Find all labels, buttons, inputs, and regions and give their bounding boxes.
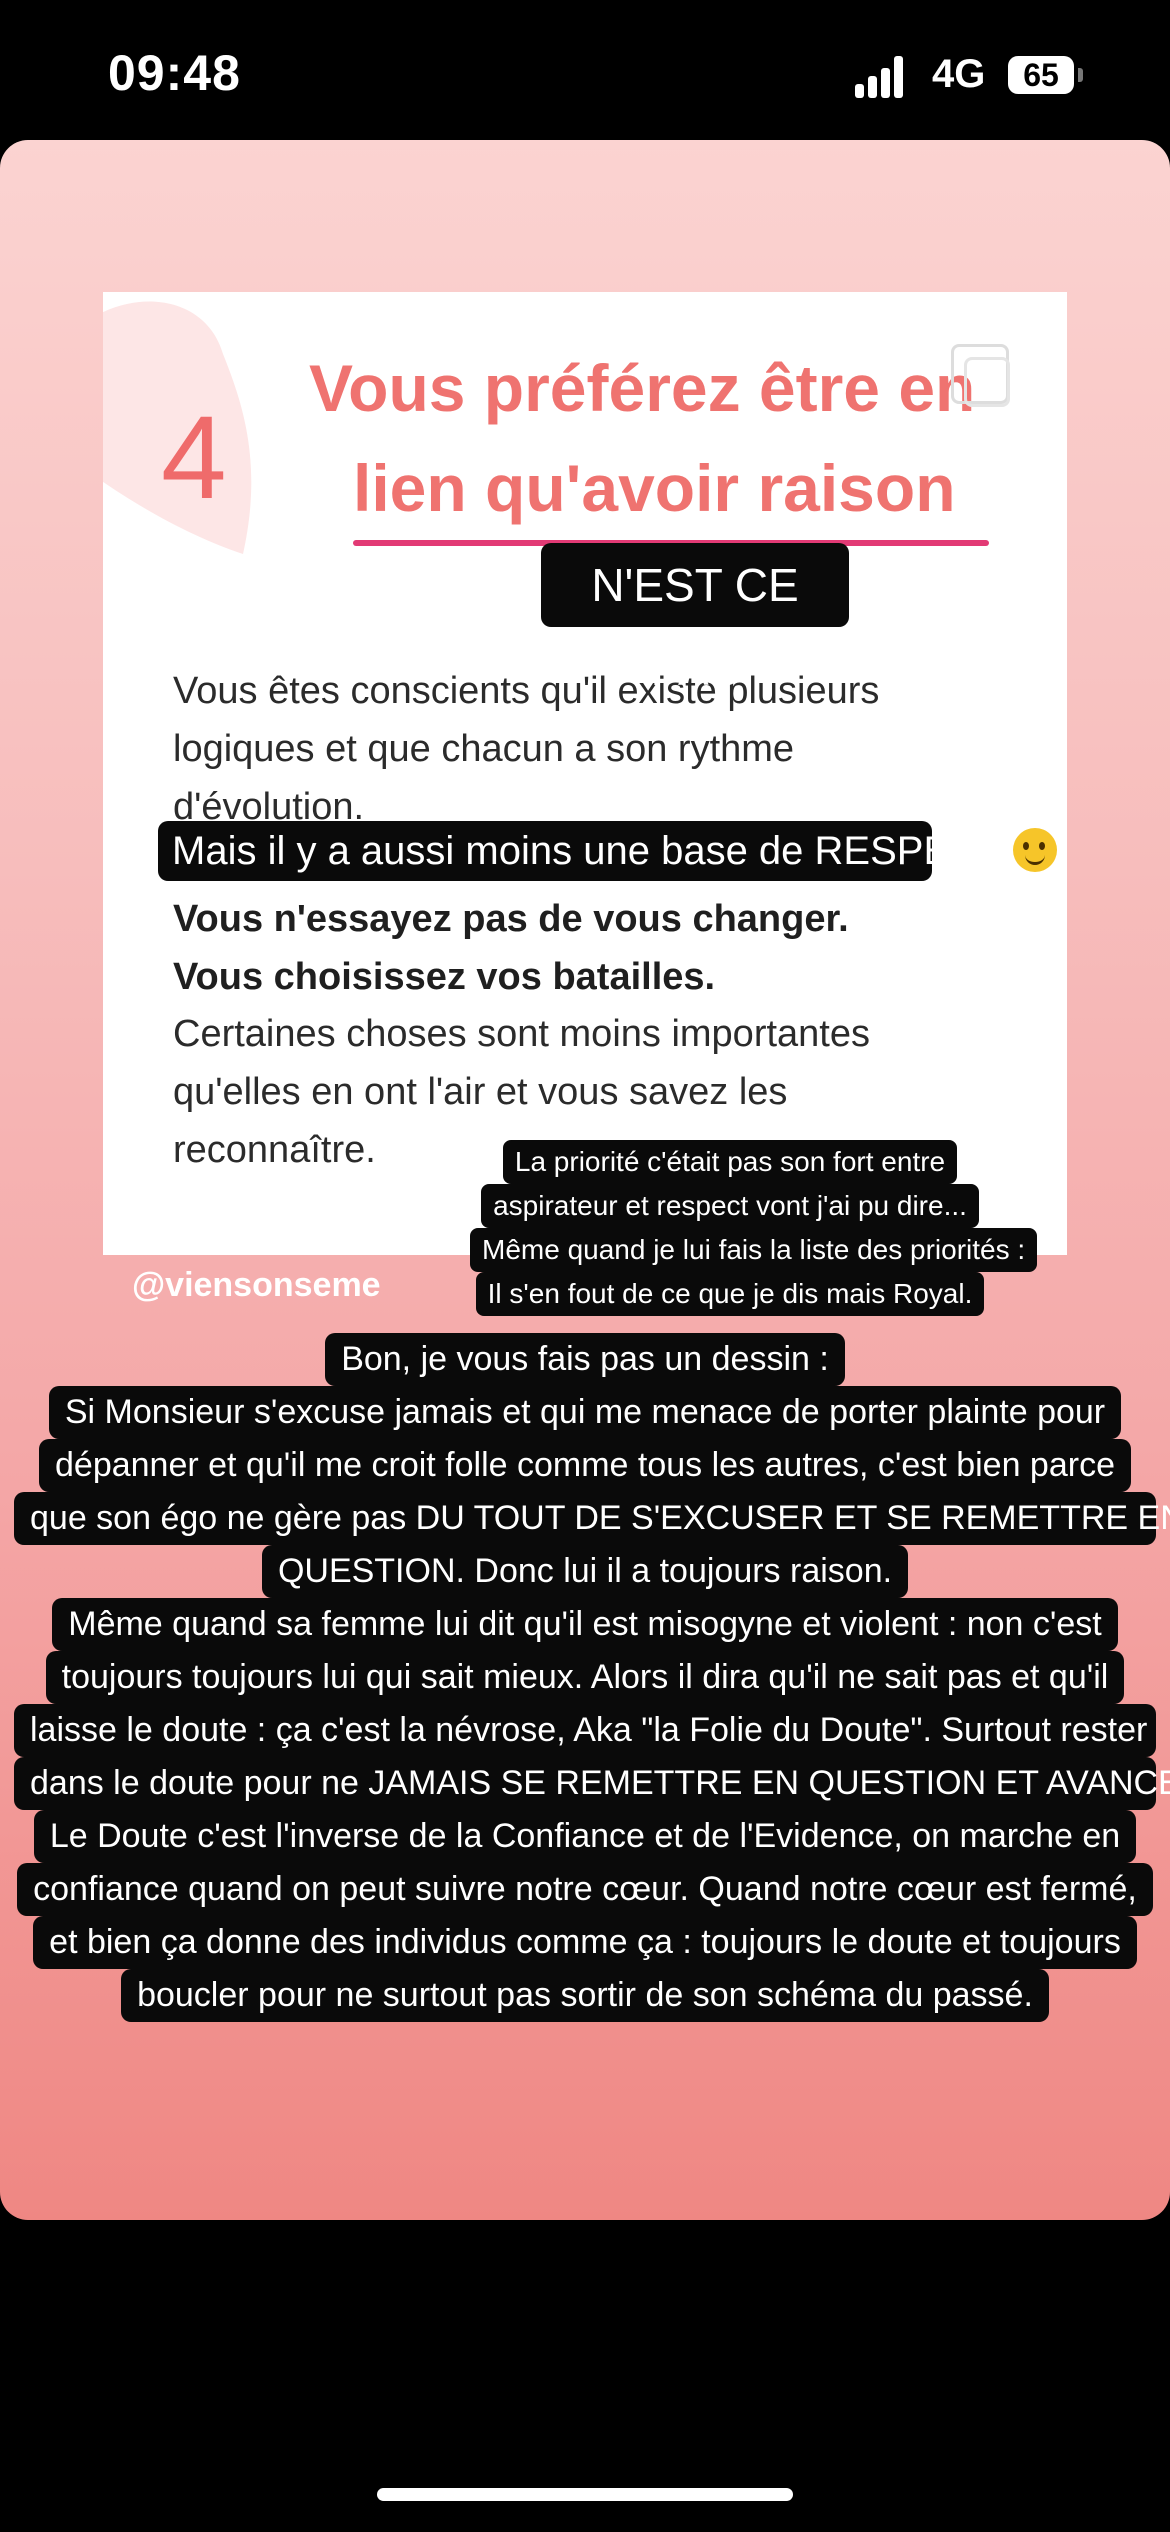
caption-line: confiance quand on peut suivre notre cœu… [17, 1863, 1153, 1916]
card-paragraph-1: Vous êtes conscients qu'il existe plusie… [173, 662, 1033, 836]
status-time: 09:48 [108, 45, 241, 101]
copy-icon [951, 344, 1010, 407]
card-title-line2: lien qu'avoir raison [353, 451, 956, 525]
caption-line: Il s'en fout de ce que je dis mais Royal… [475, 1272, 985, 1316]
bold-line: Vous n'essayez pas de vous changer. [173, 898, 849, 940]
tip-number: 4 [161, 392, 227, 524]
caption-line: boucler pour ne surtout pas sortir de so… [121, 1969, 1049, 2022]
card-title-line1: Vous préférez être en [309, 351, 976, 425]
account-handle: @viensonseme [132, 1266, 381, 1304]
signal-strength-icon [855, 56, 915, 98]
post-image-card: 4 Vous préférez être en lien qu'avoir ra… [103, 292, 1067, 1255]
caption-line: laisse le doute : ça c'est la névrose, A… [14, 1704, 1156, 1757]
small-caption: La priorité c'était pas son fort entre a… [470, 1140, 1038, 1316]
caption-line: aspirateur et respect vont j'ai pu dire.… [481, 1184, 979, 1228]
main-caption: Bon, je vous fais pas un dessin : Si Mon… [0, 1333, 1170, 2022]
bold-line: Vous choisissez vos batailles. [173, 956, 716, 998]
status-bar: 09:48 4G 65 [0, 0, 1170, 140]
nest-ce-pas-sticker: N'EST CE PAS [541, 543, 849, 695]
caption-line: dans le doute pour ne JAMAIS SE REMETTRE… [14, 1757, 1170, 1810]
paragraph-line: logiques et que chacun a son rythme [173, 728, 795, 770]
caption-line: et bien ça donne des individus comme ça … [33, 1916, 1137, 1969]
battery-icon: 65 [1008, 56, 1074, 94]
caption-line: Bon, je vous fais pas un dessin : [325, 1333, 845, 1386]
home-indicator[interactable] [377, 2488, 793, 2501]
caption-line: Même quand je lui fais la liste des prio… [470, 1228, 1038, 1272]
paragraph-line: Vous êtes conscients qu'il existe plusie… [173, 670, 880, 712]
network-type: 4G [932, 52, 986, 96]
respect-sticker-text: Mais il y a aussi moins une base de RESP… [172, 829, 1004, 873]
caption-line: toujours toujours lui qui sait mieux. Al… [45, 1651, 1125, 1704]
caption-line: que son égo ne gère pas DU TOUT DE S'EXC… [14, 1492, 1170, 1545]
caption-line: Si Monsieur s'excuse jamais et qui me me… [48, 1386, 1122, 1439]
story-frame[interactable]: 4 Vous préférez être en lien qu'avoir ra… [0, 140, 1170, 2220]
caption-line: Même quand sa femme lui dit qu'il est mi… [52, 1598, 1118, 1651]
caption-line: QUESTION. Donc lui il a toujours raison. [261, 1545, 909, 1598]
respect-sticker: Mais il y a aussi moins une base de RESP… [158, 821, 1058, 881]
caption-line: Le Doute c'est l'inverse de la Confiance… [33, 1810, 1137, 1863]
card-bold-lines: Vous n'essayez pas de vous changer. Vous… [173, 890, 1033, 1006]
paragraph-line: Certaines choses sont moins importantes [173, 1013, 870, 1055]
paragraph-line: qu'elles en ont l'air et vous savez les [173, 1071, 788, 1113]
caption-line: dépanner et qu'il me croit folle comme t… [39, 1439, 1131, 1492]
caption-line: La priorité c'était pas son fort entre [502, 1140, 958, 1184]
battery-tip [1078, 68, 1083, 82]
